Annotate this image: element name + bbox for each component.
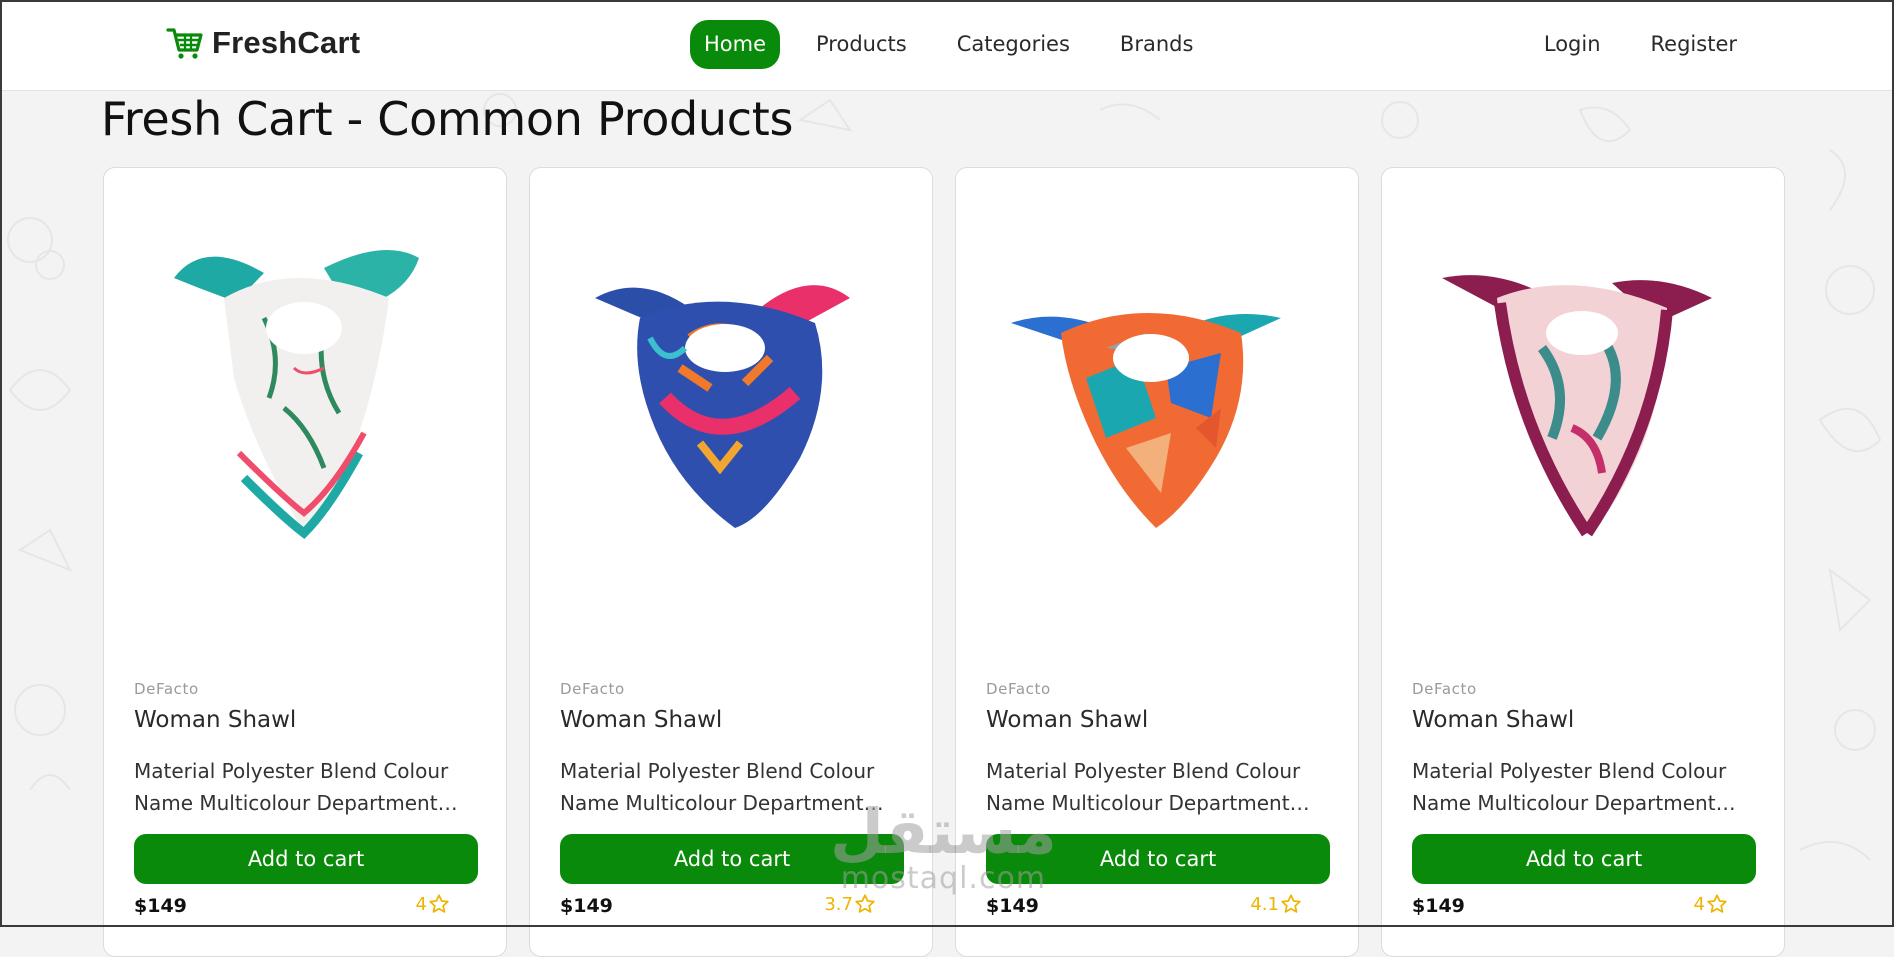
product-rating: 4	[416, 893, 450, 915]
nav-brands[interactable]: Brands	[1106, 20, 1208, 69]
product-rating: 4	[1694, 893, 1728, 915]
product-brand: DeFacto	[560, 680, 625, 698]
product-price: $149	[134, 895, 187, 917]
star-outline-icon	[429, 894, 449, 913]
add-to-cart-button[interactable]: Add to cart	[1412, 834, 1756, 884]
product-brand: DeFacto	[986, 680, 1051, 698]
product-price: $149	[986, 895, 1039, 917]
add-to-cart-button[interactable]: Add to cart	[986, 834, 1330, 884]
star-outline-icon	[855, 894, 875, 913]
product-brand: DeFacto	[1412, 680, 1477, 698]
product-price: $149	[560, 895, 613, 917]
star-outline-icon	[1707, 894, 1727, 913]
logo-text: FreshCart	[212, 25, 361, 60]
login-link[interactable]: Login	[1530, 20, 1615, 69]
nav-home[interactable]: Home	[690, 20, 781, 69]
product-description: Material Polyester Blend Colour Name Mul…	[1412, 759, 1727, 815]
product-name[interactable]: Woman Shawl	[560, 707, 722, 733]
cart-icon	[166, 28, 203, 59]
logo[interactable]: FreshCart	[166, 25, 360, 61]
product-name[interactable]: Woman Shawl	[134, 707, 296, 733]
navbar: FreshCart Home Products Categories Brand…	[0, 0, 1894, 91]
nav-categories[interactable]: Categories	[943, 20, 1084, 69]
page-title: Fresh Cart - Common Products	[101, 92, 794, 146]
rating-value: 4	[1693, 893, 1705, 915]
rating-value: 3.7	[824, 893, 853, 915]
star-outline-icon	[1281, 894, 1301, 913]
rating-value: 4	[415, 893, 427, 915]
rating-value: 4.1	[1250, 893, 1279, 915]
product-image[interactable]	[144, 228, 444, 548]
product-brand: DeFacto	[134, 680, 199, 698]
main-nav: Home Products Categories Brands	[690, 20, 1229, 69]
product-description: Material Polyester Blend Colour Name Mul…	[986, 759, 1301, 815]
product-name[interactable]: Woman Shawl	[1412, 707, 1574, 733]
product-image[interactable]	[1422, 228, 1722, 548]
product-price: $149	[1412, 895, 1465, 917]
product-description: Material Polyester Blend Colour Name Mul…	[134, 759, 449, 815]
product-card[interactable]: DeFacto Woman Shawl Material Polyester B…	[529, 167, 933, 957]
product-grid: DeFacto Woman Shawl Material Polyester B…	[103, 167, 1785, 957]
auth-links: Login Register	[1508, 20, 1751, 69]
add-to-cart-button[interactable]: Add to cart	[560, 834, 904, 884]
add-to-cart-button[interactable]: Add to cart	[134, 834, 478, 884]
product-rating: 3.7	[824, 893, 876, 915]
nav-products[interactable]: Products	[802, 20, 921, 69]
product-image[interactable]	[570, 228, 870, 548]
product-card[interactable]: DeFacto Woman Shawl Material Polyester B…	[1381, 167, 1785, 957]
product-rating: 4.1	[1250, 893, 1302, 915]
register-link[interactable]: Register	[1637, 20, 1751, 69]
product-description: Material Polyester Blend Colour Name Mul…	[560, 759, 875, 815]
product-name[interactable]: Woman Shawl	[986, 707, 1148, 733]
product-image[interactable]	[996, 228, 1296, 548]
product-card[interactable]: DeFacto Woman Shawl Material Polyester B…	[103, 167, 507, 957]
product-card[interactable]: DeFacto Woman Shawl Material Polyester B…	[955, 167, 1359, 957]
